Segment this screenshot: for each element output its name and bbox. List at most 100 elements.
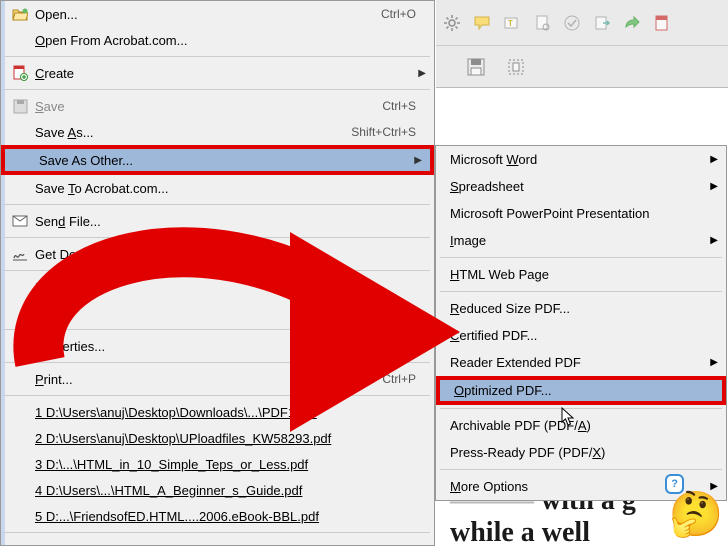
submenu-arrow-icon: ▶	[418, 68, 426, 79]
recent-label: 3 D:\...\HTML_in_10_Simple_Teps_or_Less.…	[31, 457, 426, 472]
menu-shortcut: Ctrl+P	[382, 372, 426, 386]
menu-label: Print...	[31, 372, 382, 387]
recent-label: 5 D:...\FriendsofED.HTML....2006.eBook-B…	[31, 509, 426, 524]
save-as-other-submenu: Microsoft Word▶ Spreadsheet▶ Microsoft P…	[435, 145, 727, 501]
menu-separator	[5, 204, 430, 205]
submenu-item-powerpoint[interactable]: Microsoft PowerPoint Presentation	[436, 200, 726, 227]
folder-open-icon	[9, 7, 31, 21]
thinking-emoji-icon: 🤔	[664, 482, 728, 546]
submenu-item-reader-extended[interactable]: Reader Extended PDF ▶	[436, 349, 726, 376]
menu-item-save-to-acrobat[interactable]: Save To Acrobat.com...	[1, 175, 434, 201]
text-highlight-icon[interactable]: T	[502, 13, 522, 33]
recent-file-5[interactable]: 5 D:...\FriendsofED.HTML....2006.eBook-B…	[1, 503, 434, 529]
menu-item-properties[interactable]: Properties...	[1, 333, 434, 359]
menu-label: Get Documents Signed...	[31, 247, 426, 262]
menu-shortcut: Ctrl+O	[381, 7, 426, 21]
menu-separator	[440, 408, 722, 409]
menu-separator	[440, 291, 722, 292]
menu-label: Open...	[31, 7, 381, 22]
pdf-icon[interactable]	[652, 13, 672, 33]
submenu-label: HTML Web Page	[450, 267, 549, 282]
fit-page-icon[interactable]	[506, 57, 526, 77]
submenu-item-spreadsheet[interactable]: Spreadsheet▶	[436, 173, 726, 200]
menu-label: Save	[31, 99, 382, 114]
menu-separator	[5, 395, 430, 396]
menu-item-save: Save Ctrl+S	[1, 93, 434, 119]
submenu-item-reduced[interactable]: Reduced Size PDF...	[436, 295, 726, 322]
gear-icon[interactable]	[442, 13, 462, 33]
signature-icon	[9, 247, 31, 261]
menu-separator	[5, 362, 430, 363]
menu-separator	[5, 89, 430, 90]
menu-item-create[interactable]: Create ▶	[1, 60, 434, 86]
recent-file-3[interactable]: 3 D:\...\HTML_in_10_Simple_Teps_or_Less.…	[1, 451, 434, 477]
submenu-item-optimized-pdf[interactable]: Optimized PDF...	[436, 376, 726, 405]
submenu-label: Archivable PDF (PDF/A)	[450, 418, 591, 433]
comment-icon[interactable]	[472, 13, 492, 33]
menu-item-send-file[interactable]: Send File...	[1, 208, 434, 234]
create-pdf-icon	[9, 65, 31, 81]
recent-label: 1 D:\Users\anuj\Desktop\Downloads\...\PD…	[31, 405, 426, 420]
submenu-label: More Options	[450, 479, 528, 494]
menu-item-revert-obscured[interactable]: Re	[1, 274, 434, 300]
menu-separator	[5, 329, 430, 330]
forward-icon[interactable]	[622, 13, 642, 33]
recent-label: 2 D:\Users\anuj\Desktop\UPloadfiles_KW58…	[31, 431, 426, 446]
submenu-arrow-icon: ▶	[414, 155, 422, 166]
submenu-label: Reader Extended PDF	[450, 355, 581, 370]
submenu-arrow-icon: ▶	[710, 154, 718, 165]
submenu-item-archivable[interactable]: Archivable PDF (PDF/A)	[436, 412, 726, 439]
recent-file-2[interactable]: 2 D:\Users\anuj\Desktop\UPloadfiles_KW58…	[1, 425, 434, 451]
menu-shortcut: Shift+Ctrl+S	[351, 125, 426, 139]
menu-item-print[interactable]: Print... Ctrl+P	[1, 366, 434, 392]
secondary-toolbar	[436, 46, 728, 88]
menu-label: Create	[31, 66, 426, 81]
save-icon	[9, 99, 31, 114]
recent-label: 4 D:\Users\...\HTML_A_Beginner_s_Guide.p…	[31, 483, 426, 498]
menu-label: Save As Other...	[35, 153, 422, 168]
menu-shortcut: Ctrl+S	[382, 99, 426, 113]
menu-label: Send File...	[31, 214, 426, 229]
submenu-label: Microsoft Word	[450, 152, 537, 167]
menu-separator	[5, 56, 430, 57]
save-disk-icon[interactable]	[466, 57, 486, 77]
menu-item-save-as-other[interactable]: Save As Other... ▶	[1, 145, 434, 175]
export-icon[interactable]	[592, 13, 612, 33]
menu-label: Save As...	[31, 125, 351, 140]
menu-separator	[440, 469, 722, 470]
stamp-icon[interactable]	[562, 13, 582, 33]
submenu-label: Microsoft PowerPoint Presentation	[450, 206, 649, 221]
submenu-item-press-ready[interactable]: Press-Ready PDF (PDF/X)	[436, 439, 726, 466]
submenu-arrow-icon: ▶	[710, 235, 718, 246]
submenu-label: Image	[450, 233, 486, 248]
envelope-icon	[9, 215, 31, 227]
recent-file-4[interactable]: 4 D:\Users\...\HTML_A_Beginner_s_Guide.p…	[1, 477, 434, 503]
submenu-item-html[interactable]: HTML Web Page	[436, 261, 726, 288]
submenu-item-image[interactable]: Image ▶	[436, 227, 726, 254]
submenu-arrow-icon: ▶	[710, 357, 718, 368]
menu-label: Properties...	[31, 339, 426, 354]
menu-separator	[5, 270, 430, 271]
top-toolbar: T	[436, 0, 728, 46]
submenu-label: Press-Ready PDF (PDF/X)	[450, 445, 605, 460]
menu-item-close-obscured[interactable]: +W	[1, 300, 434, 326]
attach-icon[interactable]	[532, 13, 552, 33]
menu-item-save-as[interactable]: Save As... Shift+Ctrl+S	[1, 119, 434, 145]
menu-shortcut: +W	[398, 306, 426, 320]
recent-file-1[interactable]: 1 D:\Users\anuj\Desktop\Downloads\...\PD…	[1, 399, 434, 425]
svg-text:T: T	[508, 19, 513, 28]
submenu-label: Certified PDF...	[450, 328, 537, 343]
menu-label: Re	[31, 280, 426, 295]
menu-separator	[5, 532, 430, 533]
menu-item-open[interactable]: Open... Ctrl+O	[1, 1, 434, 27]
menu-separator	[5, 237, 430, 238]
menu-item-get-signed[interactable]: Get Documents Signed...	[1, 241, 434, 267]
submenu-label: Optimized PDF...	[454, 383, 552, 398]
menu-label: Save To Acrobat.com...	[31, 181, 426, 196]
submenu-label: Spreadsheet	[450, 179, 524, 194]
file-menu: Open... Ctrl+O Open From Acrobat.com... …	[0, 0, 435, 546]
menu-separator	[440, 257, 722, 258]
menu-item-open-from-acrobat[interactable]: Open From Acrobat.com...	[1, 27, 434, 53]
submenu-item-word[interactable]: Microsoft Word ▶	[436, 146, 726, 173]
submenu-item-certified[interactable]: Certified PDF...	[436, 322, 726, 349]
